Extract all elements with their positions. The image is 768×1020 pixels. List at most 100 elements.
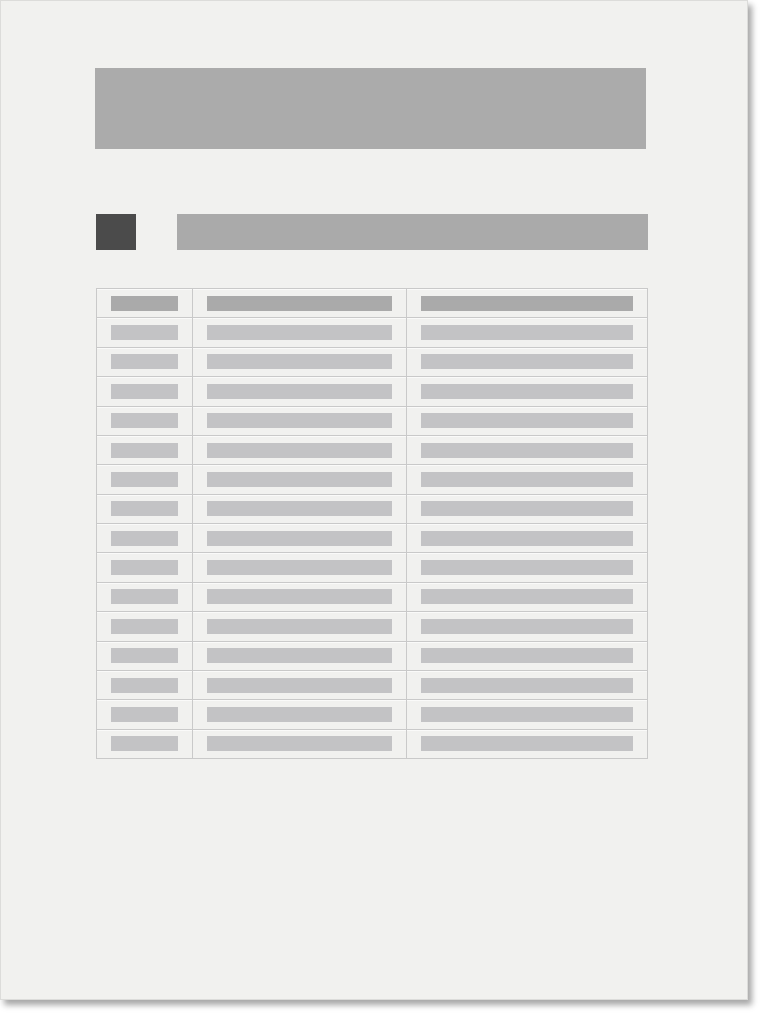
cell-placeholder-bar [421, 295, 633, 311]
table-cell [192, 347, 406, 377]
cell-placeholder-bar [421, 325, 633, 341]
cell-placeholder-bar [421, 501, 633, 517]
table-cell [97, 553, 192, 581]
table-header-row [97, 289, 647, 318]
table-cell [406, 612, 647, 641]
cell-placeholder-bar [207, 413, 392, 429]
table-row [97, 552, 647, 582]
cell-placeholder-bar [111, 471, 178, 487]
cell-placeholder-bar [421, 589, 633, 605]
table-cell [406, 729, 647, 758]
cell-placeholder-bar [111, 648, 178, 664]
cell-placeholder-bar [421, 354, 633, 370]
cell-placeholder-bar [421, 618, 633, 634]
table-header-cell [406, 289, 647, 318]
cell-placeholder-bar [111, 736, 178, 752]
table-row [97, 405, 647, 435]
table-cell [97, 700, 192, 728]
cell-placeholder-bar [421, 706, 633, 722]
cell-placeholder-bar [421, 442, 633, 458]
table-row [97, 669, 647, 700]
table-cell [192, 465, 406, 494]
table-cell [406, 435, 647, 465]
table-row [97, 640, 647, 670]
cell-placeholder-bar [421, 471, 633, 487]
cell-placeholder-bar [207, 560, 392, 576]
table-cell [97, 730, 192, 758]
table-cell [406, 641, 647, 670]
table-row [97, 434, 647, 465]
table-cell [406, 347, 647, 377]
table-header-cell [97, 289, 192, 317]
section-marker-square [96, 214, 136, 250]
cell-placeholder-bar [207, 648, 392, 664]
table-cell [406, 582, 647, 612]
table-cell [192, 435, 406, 465]
cell-placeholder-bar [421, 677, 633, 693]
table-cell [192, 641, 406, 670]
cell-placeholder-bar [207, 295, 392, 311]
table-cell [192, 612, 406, 641]
table-cell [192, 553, 406, 582]
cell-placeholder-bar [111, 530, 178, 546]
cell-placeholder-bar [421, 383, 633, 399]
table-cell [97, 407, 192, 435]
cell-placeholder-bar [421, 736, 633, 752]
table-cell [406, 406, 647, 435]
table-row [97, 699, 647, 729]
cell-placeholder-bar [207, 589, 392, 605]
table-cell [97, 642, 192, 670]
cell-placeholder-bar [207, 325, 392, 341]
table-header-cell [192, 289, 406, 318]
table-row [97, 611, 647, 641]
data-table [96, 288, 648, 759]
cell-placeholder-bar [207, 706, 392, 722]
table-cell [97, 583, 192, 611]
table-cell [406, 524, 647, 553]
cell-placeholder-bar [111, 706, 178, 722]
cell-placeholder-bar [421, 413, 633, 429]
table-cell [406, 553, 647, 582]
table-row [97, 581, 647, 612]
table-cell [192, 524, 406, 553]
table-cell [192, 406, 406, 435]
cell-placeholder-bar [207, 383, 392, 399]
table-cell [97, 436, 192, 464]
cell-placeholder-bar [207, 530, 392, 546]
table-cell [406, 670, 647, 700]
table-cell [97, 348, 192, 376]
table-cell [406, 377, 647, 406]
table-cell [192, 670, 406, 700]
table-cell [406, 494, 647, 523]
table-row [97, 728, 647, 758]
cell-placeholder-bar [207, 677, 392, 693]
cell-placeholder-bar [111, 383, 178, 399]
cell-placeholder-bar [207, 471, 392, 487]
title-placeholder-block [95, 68, 646, 149]
document-page [0, 0, 748, 1000]
table-row [97, 523, 647, 553]
cell-placeholder-bar [111, 295, 178, 311]
cell-placeholder-bar [421, 560, 633, 576]
cell-placeholder-bar [207, 442, 392, 458]
cell-placeholder-bar [207, 736, 392, 752]
table-cell [97, 524, 192, 552]
table-cell [97, 318, 192, 346]
cell-placeholder-bar [421, 648, 633, 664]
cell-placeholder-bar [111, 618, 178, 634]
table-row [97, 376, 647, 406]
cell-placeholder-bar [207, 618, 392, 634]
cell-placeholder-bar [111, 413, 178, 429]
table-cell [192, 700, 406, 729]
table-cell [406, 465, 647, 494]
cell-placeholder-bar [207, 501, 392, 517]
cell-placeholder-bar [111, 560, 178, 576]
table-cell [192, 582, 406, 612]
table-cell [192, 318, 406, 347]
table-row [97, 493, 647, 523]
table-row [97, 346, 647, 377]
cell-placeholder-bar [421, 530, 633, 546]
table-cell [406, 700, 647, 729]
table-cell [192, 494, 406, 523]
section-heading-placeholder-bar [177, 214, 648, 250]
